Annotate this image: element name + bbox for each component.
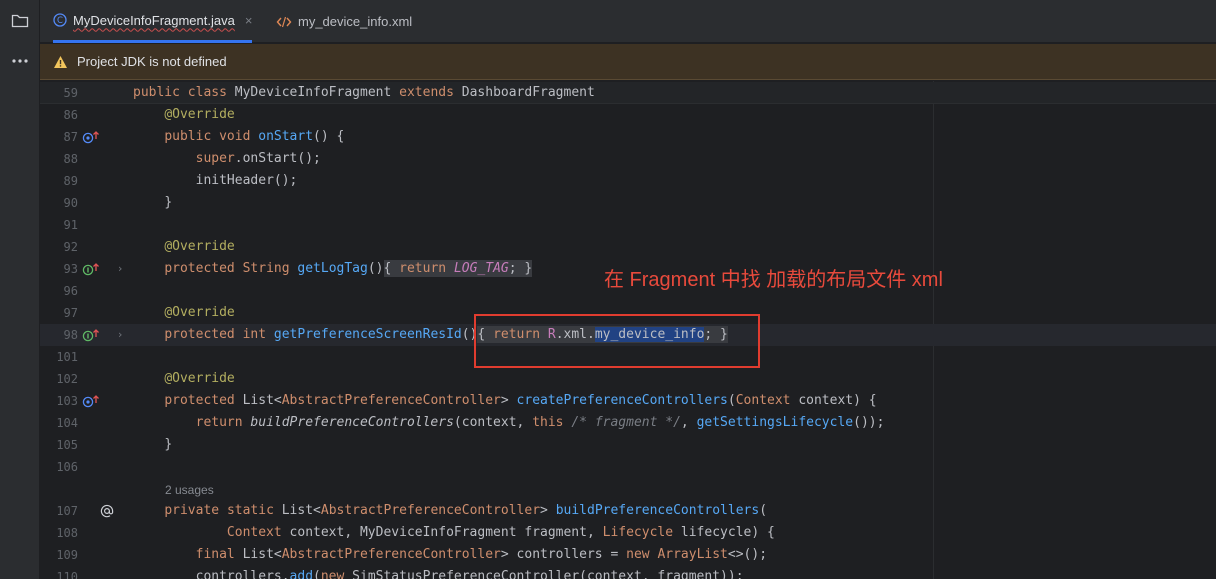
tab-mydeviceinfofragment-java[interactable]: C MyDeviceInfoFragment.java × [53, 0, 253, 43]
line-number: 97 [63, 306, 78, 320]
code-line: 86 @Override [40, 104, 1216, 126]
code-text: protected String getLogTag(){ return LOG… [164, 260, 533, 277]
line-number: 91 [63, 218, 78, 232]
line-number: 106 [56, 460, 78, 474]
line-number: 105 [56, 438, 78, 452]
code-line: 106 [40, 456, 1216, 478]
code-text: private static List<AbstractPreferenceCo… [164, 503, 768, 518]
line-number: 102 [56, 372, 78, 386]
line-number: 110 [56, 570, 78, 579]
annotation-highlight-box [474, 314, 760, 368]
line-number: 109 [56, 548, 78, 562]
code-text: initHeader(); [195, 173, 298, 188]
editor-tab-bar: C MyDeviceInfoFragment.java × my_device_… [40, 0, 1216, 43]
code-text: return buildPreferenceControllers(contex… [195, 415, 885, 430]
code-text: final List<AbstractPreferenceController>… [195, 547, 768, 562]
code-text: @Override [164, 107, 235, 122]
line-number: 89 [63, 174, 78, 188]
activity-bar [0, 0, 40, 579]
code-line: 102 @Override [40, 368, 1216, 390]
code-line: 105 } [40, 434, 1216, 456]
banner-text: Project JDK is not defined [77, 54, 227, 69]
code-text: @Override [164, 371, 235, 386]
code-text: public class MyDeviceInfoFragment extend… [133, 85, 595, 100]
xml-icon [276, 16, 292, 28]
code-text: @Override [164, 305, 235, 320]
fold-arrow-icon[interactable]: › [118, 258, 122, 280]
line-number: 98 [63, 328, 78, 342]
line-number: 59 [63, 86, 78, 100]
code-text: super.onStart(); [195, 151, 321, 166]
code-line: 107 private static List<AbstractPreferen… [40, 500, 1216, 522]
line-number: 88 [63, 152, 78, 166]
code-line: 92 @Override [40, 236, 1216, 258]
code-text: Context context, MyDeviceInfoFragment fr… [226, 525, 775, 540]
code-line: 59 public class MyDeviceInfoFragment ext… [40, 82, 1216, 104]
line-number: 104 [56, 416, 78, 430]
code-line: 110 controllers.add(new SimStatusPrefere… [40, 566, 1216, 579]
code-text: protected List<AbstractPreferenceControl… [164, 393, 877, 408]
tab-my-device-info-xml[interactable]: my_device_info.xml [276, 0, 412, 43]
code-line: 108 Context context, MyDeviceInfoFragmen… [40, 522, 1216, 544]
code-line: 87 public void onStart() { [40, 126, 1216, 148]
line-number: 107 [56, 504, 78, 518]
code-text: } [164, 195, 173, 210]
implements-icon[interactable] [82, 328, 104, 342]
line-number: 96 [63, 284, 78, 298]
svg-text:C: C [57, 16, 63, 26]
line-number: 108 [56, 526, 78, 540]
code-line: 91 [40, 214, 1216, 236]
code-line: 104 return buildPreferenceControllers(co… [40, 412, 1216, 434]
code-line: 89 initHeader(); [40, 170, 1216, 192]
line-number: 86 [63, 108, 78, 122]
usages-label[interactable]: 2 usages [165, 479, 214, 501]
implements-icon[interactable] [82, 262, 104, 276]
warning-icon [53, 55, 68, 69]
code-text: public void onStart() { [164, 129, 345, 144]
usages-hint[interactable]: 2 usages [40, 479, 1216, 499]
more-icon[interactable] [8, 49, 32, 73]
jdk-warning-banner: Project JDK is not defined [40, 44, 1216, 80]
folder-icon[interactable] [8, 9, 32, 33]
code-line: 90 } [40, 192, 1216, 214]
class-icon: C [53, 13, 67, 27]
code-text: controllers.add(new SimStatusPreferenceC… [195, 569, 744, 579]
line-number: 87 [63, 130, 78, 144]
line-number: 103 [56, 394, 78, 408]
annotation-text: 在 Fragment 中找 加载的布局文件 xml [604, 269, 943, 291]
at-icon[interactable] [100, 504, 122, 518]
code-text: } [164, 437, 173, 452]
tab-label: my_device_info.xml [298, 14, 413, 29]
line-number: 101 [56, 350, 78, 364]
code-text: @Override [164, 239, 235, 254]
code-line: 88 super.onStart(); [40, 148, 1216, 170]
tab-label: MyDeviceInfoFragment.java [73, 12, 235, 28]
fold-arrow-icon[interactable]: › [118, 324, 122, 346]
line-number: 92 [63, 240, 78, 254]
code-line: 103 protected List<AbstractPreferenceCon… [40, 390, 1216, 412]
close-icon[interactable]: × [245, 13, 253, 28]
override-icon[interactable] [82, 394, 104, 408]
override-icon[interactable] [82, 130, 104, 144]
line-number: 90 [63, 196, 78, 210]
line-number: 93 [63, 262, 78, 276]
code-line: 109 final List<AbstractPreferenceControl… [40, 544, 1216, 566]
